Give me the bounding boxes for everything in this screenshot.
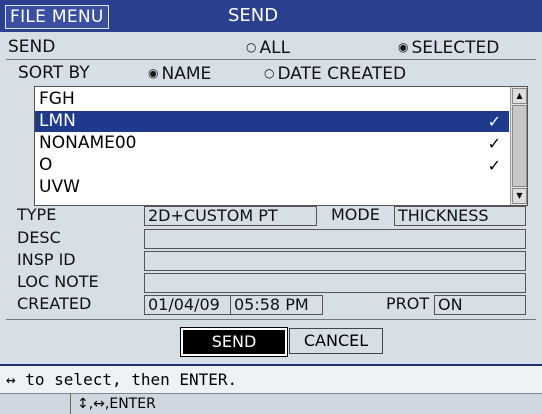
created-date: 01/04/09 <box>144 295 231 315</box>
list-item-name: FGH <box>39 89 75 109</box>
file-menu-button[interactable]: FILE MENU <box>5 5 109 29</box>
sort-label: SORT BY <box>18 63 90 83</box>
radio-filled-icon: ◉ <box>398 40 409 54</box>
send-option-selected-label: SELECTED <box>411 38 500 58</box>
send-screen: FILE MENU SEND SEND ○ ALL ◉ SELECTED SORT … <box>0 0 542 414</box>
nav-bar: ↕,↔,ENTER <box>0 393 542 414</box>
desc-label: DESC <box>17 228 61 247</box>
checkmark-icon: ✓ <box>487 134 501 153</box>
scroll-thumb[interactable] <box>512 105 527 187</box>
type-label: TYPE <box>17 205 57 224</box>
created-label: CREATED <box>17 294 92 313</box>
list-item-name: LMN <box>39 111 76 131</box>
created-time: 05:58 PM <box>230 295 323 315</box>
title-bar: FILE MENU SEND <box>0 0 542 32</box>
radio-empty-icon: ○ <box>246 40 257 54</box>
list-item-selected[interactable]: LMN ✓ <box>35 111 509 132</box>
list-item-name: O <box>39 155 53 175</box>
list-item[interactable]: NONAME00 ✓ <box>35 133 509 154</box>
prot-value: ON <box>434 295 526 315</box>
list-scrollbar[interactable]: ▲ ▼ <box>510 87 527 205</box>
desc-field <box>144 229 526 249</box>
scroll-down-arrow-icon[interactable]: ▼ <box>512 188 527 204</box>
send-option-selected[interactable]: ◉ SELECTED <box>398 36 499 59</box>
type-value: 2D+CUSTOM PT <box>144 206 317 226</box>
file-list[interactable]: FGH LMN ✓ NONAME00 ✓ O ✓ UVW ▲ ▼ <box>34 86 528 206</box>
send-button[interactable]: SEND <box>180 327 288 357</box>
sort-option-name[interactable]: ◉ NAME <box>148 62 211 85</box>
checkmark-icon: ✓ <box>487 156 501 175</box>
page-title: SEND <box>228 5 279 26</box>
divider <box>6 59 536 60</box>
checkmark-icon: ✓ <box>487 112 501 131</box>
list-item[interactable]: UVW <box>35 177 509 198</box>
nav-hint: ↕,↔,ENTER <box>70 394 542 414</box>
mode-label: MODE <box>331 205 380 224</box>
mode-value: THICKNESS <box>394 206 526 226</box>
sort-option-date[interactable]: ○ DATE CREATED <box>264 62 406 85</box>
send-label: SEND <box>8 37 56 57</box>
insp-id-label: INSP ID <box>17 250 76 269</box>
send-option-all-label: ALL <box>259 38 291 58</box>
list-item-name: UVW <box>39 177 80 197</box>
loc-note-label: LOC NOTE <box>17 272 99 291</box>
sort-option-date-label: DATE CREATED <box>277 64 407 84</box>
send-option-all[interactable]: ○ ALL <box>246 36 290 59</box>
radio-empty-icon: ○ <box>264 66 275 80</box>
list-item-name: NONAME00 <box>39 133 137 153</box>
scroll-up-arrow-icon[interactable]: ▲ <box>512 88 527 104</box>
insp-id-field <box>144 251 526 271</box>
help-text: ↔ to select, then ENTER. <box>6 370 238 389</box>
prot-label: PROT <box>386 294 430 313</box>
loc-note-field <box>144 273 526 293</box>
divider <box>6 319 536 320</box>
radio-filled-icon: ◉ <box>148 66 159 80</box>
help-bar: ↔ to select, then ENTER. <box>0 364 542 395</box>
list-item[interactable]: O ✓ <box>35 155 509 176</box>
sort-option-name-label: NAME <box>161 64 212 84</box>
cancel-button[interactable]: CANCEL <box>289 328 383 354</box>
list-item[interactable]: FGH <box>35 89 509 110</box>
